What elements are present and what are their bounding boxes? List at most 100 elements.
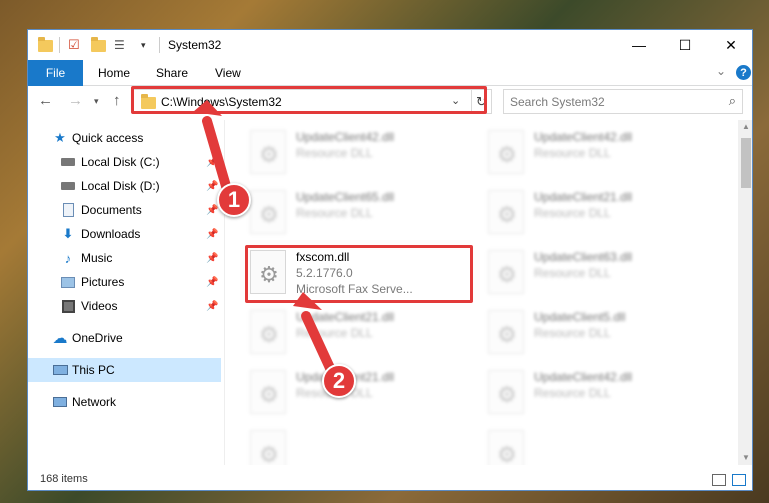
nav-item-music[interactable]: ♪ Music 📌 xyxy=(28,246,221,270)
tab-share[interactable]: Share xyxy=(156,66,188,80)
nav-item-this-pc[interactable]: This PC xyxy=(28,358,221,382)
dll-file-icon: ⚙ xyxy=(250,310,286,354)
file-tile[interactable]: ⚙ UpdateClient21.dll Resource DLL xyxy=(250,306,480,360)
pin-icon[interactable]: 📌 xyxy=(206,229,218,240)
search-input[interactable]: Search System32 ⌕ xyxy=(503,89,743,114)
window-title: System32 xyxy=(168,38,222,52)
pc-icon xyxy=(52,363,68,377)
nav-item-local-disk-d[interactable]: Local Disk (D:) 📌 xyxy=(28,174,221,198)
tab-file[interactable]: File xyxy=(28,60,83,86)
pin-icon[interactable]: 📌 xyxy=(206,253,218,264)
divider xyxy=(59,37,60,53)
nav-item-pictures[interactable]: Pictures 📌 xyxy=(28,270,221,294)
callout-step-1: 1 xyxy=(217,183,251,217)
file-tile[interactable]: ⚙ UpdateClient63.dll Resource DLL xyxy=(488,246,718,300)
file-type: Resource DLL xyxy=(534,206,611,220)
network-icon xyxy=(52,395,68,409)
nav-item-label: Pictures xyxy=(81,275,125,289)
file-type: Resource DLL xyxy=(534,326,611,340)
properties-icon[interactable]: ☑ xyxy=(68,37,84,53)
search-icon[interactable]: ⌕ xyxy=(729,93,736,109)
file-type: Resource DLL xyxy=(296,206,373,220)
nav-item-network[interactable]: Network xyxy=(28,390,221,414)
file-tile[interactable]: ⚙ UpdateClient5.dll Resource DLL xyxy=(488,306,718,360)
minimize-button[interactable]: — xyxy=(616,30,662,60)
file-type: Resource DLL xyxy=(534,146,611,160)
tab-view[interactable]: View xyxy=(215,66,241,80)
file-type: Resource DLL xyxy=(296,326,373,340)
nav-item-label: Local Disk (C:) xyxy=(81,155,160,169)
nav-item-videos[interactable]: Videos 📌 xyxy=(28,294,221,318)
expand-ribbon-icon[interactable]: ⌄ xyxy=(716,64,726,78)
nav-item-downloads[interactable]: ⬇ Downloads 📌 xyxy=(28,222,221,246)
tab-home[interactable]: Home xyxy=(98,66,130,80)
nav-item-label: Downloads xyxy=(81,227,141,241)
nav-item-label: Quick access xyxy=(72,131,144,145)
file-type: Resource DLL xyxy=(534,266,611,280)
pin-icon[interactable]: 📌 xyxy=(206,277,218,288)
video-icon xyxy=(60,299,76,313)
pin-icon[interactable]: 📌 xyxy=(206,205,218,216)
pin-icon[interactable]: 📌 xyxy=(206,157,218,168)
file-name: UpdateClient5.dll xyxy=(534,310,626,324)
new-folder-icon[interactable] xyxy=(91,37,107,53)
file-tile[interactable]: ⚙ xyxy=(250,426,480,465)
scroll-down-icon[interactable]: ▼ xyxy=(738,453,752,462)
file-highlight-box xyxy=(245,245,473,303)
file-tile[interactable]: ⚙ UpdateClient42.dll Resource DLL xyxy=(488,126,718,180)
maximize-button[interactable]: ☐ xyxy=(662,30,708,60)
nav-item-onedrive[interactable]: ☁ OneDrive xyxy=(28,326,221,350)
back-arrow-icon[interactable]: ← xyxy=(38,92,53,109)
recent-locations-icon[interactable]: ▾ xyxy=(94,96,99,107)
nav-item-label: Documents xyxy=(81,203,142,217)
file-tile[interactable]: ⚙ xyxy=(488,426,718,465)
file-tile[interactable]: ⚙ UpdateClient65.dll Resource DLL xyxy=(250,186,480,240)
dll-file-icon: ⚙ xyxy=(488,370,524,414)
details-view-icon[interactable] xyxy=(712,474,726,486)
nav-item-label: Music xyxy=(81,251,113,265)
nav-item-label: This PC xyxy=(72,363,115,377)
file-tile[interactable]: ⚙ UpdateClient21.dll Resource DLL xyxy=(488,186,718,240)
drive-icon xyxy=(60,155,76,169)
file-name: UpdateClient21.dll xyxy=(296,310,395,324)
nav-item-documents[interactable]: Documents 📌 xyxy=(28,198,221,222)
status-bar: 168 items xyxy=(28,470,752,490)
nav-item-label: Network xyxy=(72,395,117,409)
dll-file-icon: ⚙ xyxy=(488,250,524,294)
file-tile[interactable]: ⚙ UpdateClient21.dll Resource DLL xyxy=(250,366,480,420)
address-highlight-box xyxy=(131,86,487,114)
download-icon: ⬇ xyxy=(62,226,74,241)
scroll-up-icon[interactable]: ▲ xyxy=(738,122,752,131)
dll-file-icon: ⚙ xyxy=(250,130,286,174)
tiles-view-icon[interactable] xyxy=(732,474,746,486)
file-tile[interactable]: ⚙ UpdateClient42.dll Resource DLL xyxy=(488,366,718,420)
file-name: UpdateClient65.dll xyxy=(296,190,395,204)
close-button[interactable]: ✕ xyxy=(708,30,752,60)
star-icon: ★ xyxy=(54,130,66,145)
nav-item-local-disk-c[interactable]: Local Disk (C:) 📌 xyxy=(28,150,221,174)
divider xyxy=(159,37,160,53)
file-name: UpdateClient42.dll xyxy=(534,370,633,384)
file-name: UpdateClient21.dll xyxy=(534,190,633,204)
help-icon[interactable]: ? xyxy=(736,65,751,80)
file-name: UpdateClient63.dll xyxy=(534,250,633,264)
item-count: 168 items xyxy=(40,473,88,485)
nav-item-label: Videos xyxy=(81,299,118,313)
dll-file-icon: ⚙ xyxy=(250,430,286,465)
forward-arrow-icon[interactable]: → xyxy=(68,92,83,109)
pin-icon[interactable]: 📌 xyxy=(206,181,218,192)
pin-icon[interactable]: 📌 xyxy=(206,301,218,312)
up-arrow-icon[interactable]: ↑ xyxy=(113,92,121,109)
dll-file-icon: ⚙ xyxy=(488,130,524,174)
navigation-pane: ★ Quick access Local Disk (C:) 📌 Local D… xyxy=(28,122,221,462)
document-icon xyxy=(60,203,76,217)
picture-icon xyxy=(60,275,76,289)
customize-toolbar-icon[interactable]: ▾ xyxy=(141,37,157,53)
scrollbar-thumb[interactable] xyxy=(741,138,751,188)
vertical-scrollbar[interactable]: ▲ ▼ xyxy=(738,120,752,465)
file-tile[interactable]: ⚙ UpdateClient42.dll Resource DLL xyxy=(250,126,480,180)
view-toggle-icon[interactable]: ☰ xyxy=(114,37,130,53)
dll-file-icon: ⚙ xyxy=(250,190,286,234)
dll-file-icon: ⚙ xyxy=(488,310,524,354)
nav-item-quick-access[interactable]: ★ Quick access xyxy=(28,126,221,150)
